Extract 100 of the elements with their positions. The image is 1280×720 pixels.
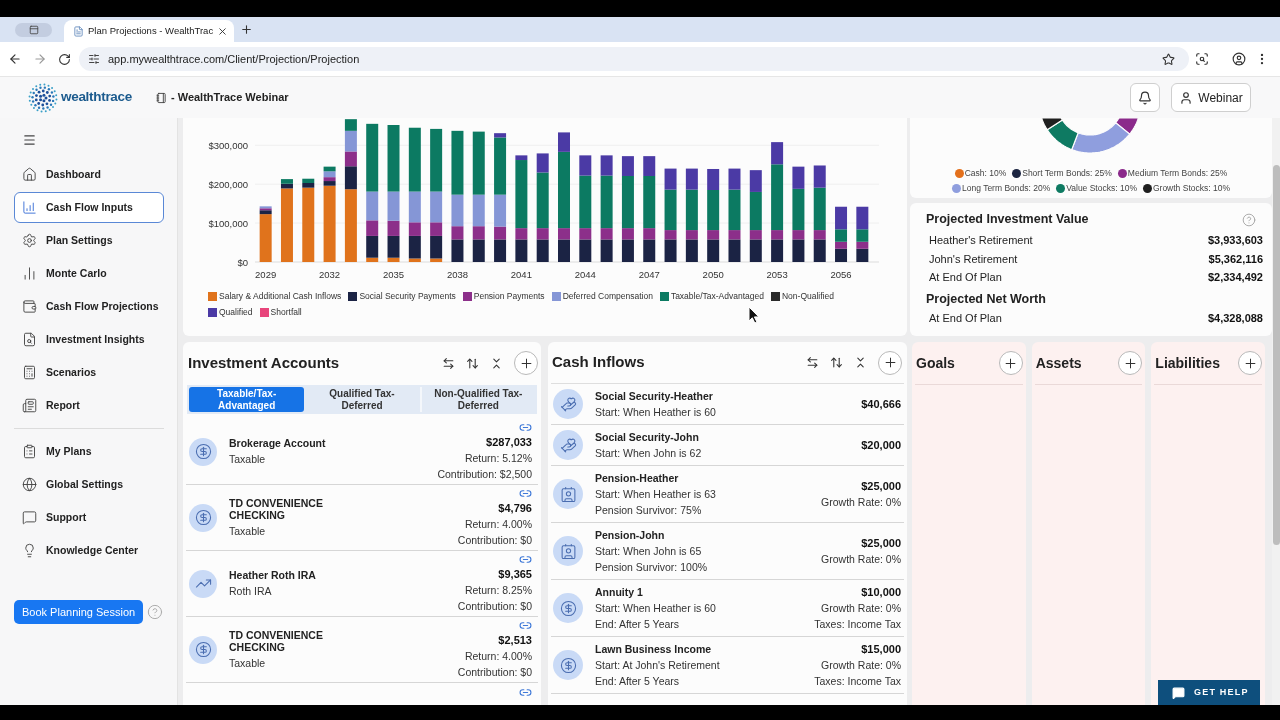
account-type-tab[interactable]: Non-Qualified Tax-Deferred (419, 387, 535, 412)
id-card-icon (553, 479, 583, 509)
address-bar[interactable]: app.mywealthtrace.com/Client/Projection/Projection (79, 47, 1189, 71)
legend-label: Taxable/Tax-Advantaged (670, 290, 764, 303)
link-icon[interactable] (519, 619, 532, 632)
y-axis-label: $200,000 (208, 178, 248, 190)
return-text: Return: 5.12% (464, 451, 532, 466)
legend-label: Growth Stocks: 10% (1152, 182, 1230, 195)
bookmark-star-icon[interactable] (1162, 52, 1175, 66)
link-icon[interactable] (519, 487, 532, 500)
inflow-detail: Start: When Heather is 60 (595, 405, 716, 420)
forward-icon[interactable] (33, 52, 47, 66)
plus-icon (1122, 355, 1138, 371)
sidebar-item[interactable]: Scenarios (14, 357, 164, 388)
summary-value: $5,362,116 (1208, 251, 1263, 267)
section-title: Projected Investment Value (926, 211, 1089, 229)
id-card-icon (553, 536, 583, 566)
add-button[interactable] (1238, 351, 1262, 375)
link-icon[interactable] (519, 421, 532, 434)
legend-label: Pension Payments (473, 290, 545, 303)
link-icon[interactable] (519, 686, 532, 699)
inflow-note: Growth Rate: 0% (821, 658, 901, 673)
chat-icon (1172, 685, 1185, 700)
panel-title: Assets (1035, 353, 1082, 373)
profile-icon[interactable] (1232, 52, 1246, 66)
y-axis-label: $0 (237, 256, 248, 268)
link-icon[interactable] (519, 553, 532, 566)
sidebar-item[interactable]: Plan Settings (14, 225, 164, 256)
sidebar-item[interactable]: Global Settings (14, 469, 164, 500)
x-axis-label: 2038 (446, 269, 468, 280)
swap-icon[interactable] (442, 356, 455, 370)
contribution-text: Contribution: $0 (457, 599, 532, 614)
account-name: TD CONVENIENCE CHECKING (229, 497, 324, 521)
inflow-note: Growth Rate: 0% (821, 601, 901, 616)
plan-title: - WealthTrace Webinar (171, 90, 289, 106)
section-title: Projected Net Worth (926, 290, 1046, 308)
sort-icon[interactable] (830, 356, 843, 369)
account-type-tab[interactable]: Taxable/Tax-Advantaged (189, 387, 305, 412)
sort-icon[interactable] (466, 356, 479, 370)
account-type-tab[interactable]: Qualified Tax-Deferred (304, 387, 420, 412)
menu-icon[interactable] (22, 133, 37, 147)
add-button[interactable] (878, 350, 902, 375)
summary-label: John's Retirement (929, 251, 1018, 267)
add-button[interactable] (1118, 351, 1143, 375)
legend-label: Value Stocks: 10% (1066, 182, 1137, 195)
book-session-button[interactable]: Book Planning Session (14, 600, 144, 624)
sidebar-item[interactable]: Support (14, 502, 164, 533)
account-name: TD CONVENIENCE CHECKING (229, 629, 324, 653)
sidebar-item[interactable]: Cash Flow Projections (14, 291, 164, 322)
account-type: Taxable (229, 453, 267, 466)
x-axis-label: 2053 (766, 269, 788, 280)
scrollbar-thumb[interactable] (1272, 165, 1280, 545)
account-button[interactable]: Webinar (1171, 83, 1251, 112)
legend-label: Salary & Additional Cash Inflows (219, 290, 342, 303)
inflow-detail: Start: When John is 62 (595, 446, 702, 461)
collapse-icon[interactable] (854, 356, 867, 369)
logo-text: wealthtrace (61, 88, 132, 107)
file-search-icon (22, 332, 37, 347)
wallet-icon (22, 299, 37, 314)
get-help-button[interactable]: GET HELP (1158, 680, 1260, 705)
chart-icon (22, 200, 37, 215)
house-icon (22, 167, 37, 182)
sidebar-item[interactable]: Knowledge Center (14, 535, 164, 566)
plus-icon (1242, 355, 1258, 371)
site-settings-icon[interactable] (88, 53, 100, 65)
close-icon[interactable] (217, 25, 229, 37)
x-axis-label: 2050 (702, 269, 724, 280)
sidebar-item[interactable]: Dashboard (14, 159, 164, 190)
back-icon[interactable] (8, 52, 22, 66)
add-button[interactable] (514, 351, 538, 375)
window-icon (28, 24, 39, 35)
add-button[interactable] (998, 351, 1023, 375)
inflow-detail: Pension Survivor: 75% (595, 503, 703, 518)
inflow-amount: $20,000 (861, 438, 901, 453)
inflow-detail: End: After 5 Years (595, 674, 681, 689)
tab-list-button[interactable] (15, 22, 52, 37)
summary-value: $2,334,492 (1207, 270, 1263, 285)
reload-icon[interactable] (58, 52, 71, 66)
swap-icon[interactable] (806, 356, 819, 369)
bell-icon (1138, 90, 1152, 105)
legend-label: Short Term Bonds: 25% (1022, 167, 1112, 180)
inflow-note: Taxes: Income Tax (814, 617, 901, 632)
notification-button[interactable] (1130, 83, 1160, 112)
sidebar-item[interactable]: My Plans (14, 436, 164, 467)
page-search-icon[interactable] (1195, 52, 1209, 66)
sidebar-item[interactable]: Investment Insights (14, 324, 164, 355)
x-axis-label: 2047 (638, 269, 660, 280)
browser-tab[interactable]: Plan Projections - WealthTrac (64, 20, 234, 42)
contribution-text: Contribution: $0 (457, 533, 532, 548)
legend-label: Long Term Bonds: 20% (962, 182, 1051, 195)
plus-icon (518, 355, 534, 371)
legend-label: Social Security Payments (359, 290, 456, 303)
sidebar-item[interactable]: Cash Flow Inputs (14, 192, 164, 223)
sidebar-item[interactable]: Monte Carlo (14, 258, 164, 289)
new-tab-icon[interactable] (240, 23, 253, 36)
inflow-detail: Start: When Heather is 63 (595, 487, 716, 502)
collapse-icon[interactable] (490, 356, 503, 370)
lightbulb-icon (22, 543, 37, 558)
return-text: Return: 8.25% (464, 583, 532, 598)
sidebar-item[interactable]: Report (14, 390, 164, 421)
